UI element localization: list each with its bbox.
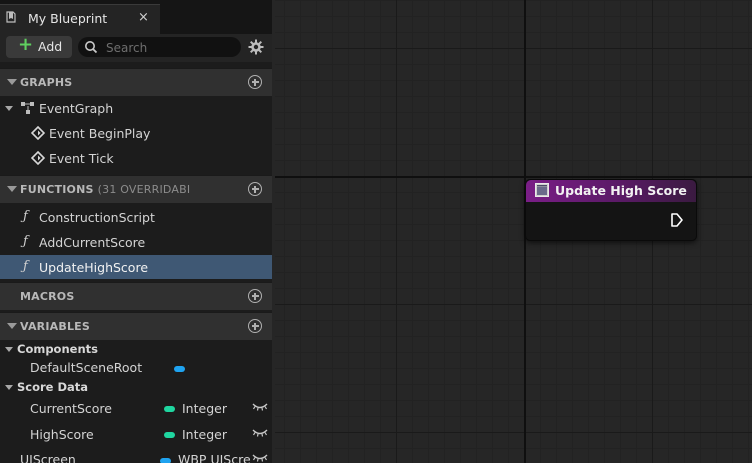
add-button-label: Add bbox=[38, 39, 63, 54]
function-icon: ƒ bbox=[23, 234, 28, 249]
function-item-constructionscript[interactable]: ƒ ConstructionScript bbox=[0, 205, 272, 229]
category-label: Components bbox=[17, 342, 98, 356]
graph-icon bbox=[21, 102, 34, 114]
section-title: MACROS bbox=[20, 290, 75, 303]
section-subtitle: (31 OVERRIDABI bbox=[97, 183, 191, 196]
plus-icon: + bbox=[18, 34, 34, 55]
collapse-arrow-icon[interactable] bbox=[5, 385, 13, 390]
section-graphs[interactable]: GRAPHS bbox=[0, 68, 272, 96]
close-icon[interactable]: × bbox=[138, 10, 149, 25]
add-variable-button[interactable] bbox=[248, 319, 262, 333]
event-diamond-icon bbox=[31, 126, 45, 140]
function-item-addcurrentscore[interactable]: ƒ AddCurrentScore bbox=[0, 230, 272, 254]
tab-my-blueprint[interactable]: My Blueprint × bbox=[0, 4, 160, 34]
function-icon: ƒ bbox=[23, 209, 28, 224]
type-pill-icon bbox=[174, 366, 185, 372]
variable-row-uiscreen[interactable]: UIScreen WBP UIScre bbox=[0, 447, 272, 463]
event-label: Event BeginPlay bbox=[49, 126, 151, 141]
function-entry-icon bbox=[535, 183, 549, 197]
variable-name: DefaultSceneRoot bbox=[30, 360, 143, 375]
tab-bar: My Blueprint × bbox=[0, 0, 272, 34]
variable-name: HighScore bbox=[30, 427, 94, 442]
tab-title: My Blueprint bbox=[28, 11, 108, 26]
eye-closed-icon[interactable] bbox=[252, 427, 268, 439]
event-diamond-icon bbox=[31, 151, 45, 165]
variable-row-currentscore[interactable]: CurrentScore Integer bbox=[0, 396, 272, 420]
event-label: Event Tick bbox=[49, 151, 114, 166]
variable-type[interactable]: Integer bbox=[182, 401, 227, 416]
variable-name: CurrentScore bbox=[30, 401, 112, 416]
type-pill-icon bbox=[164, 406, 175, 412]
graph-item-eventgraph[interactable]: EventGraph bbox=[0, 96, 272, 120]
variable-type[interactable]: WBP UIScre bbox=[178, 452, 251, 463]
blueprint-tab-icon bbox=[6, 11, 16, 23]
function-item-updatehighscore[interactable]: ƒ UpdateHighScore bbox=[0, 255, 272, 279]
section-title: FUNCTIONS (31 OVERRIDABI bbox=[20, 183, 190, 196]
category-label: Score Data bbox=[17, 380, 89, 394]
search-box[interactable] bbox=[78, 37, 241, 57]
my-blueprint-panel: My Blueprint × + Add Search GRAPHS Event… bbox=[0, 0, 272, 463]
collapse-arrow-icon[interactable] bbox=[7, 323, 17, 329]
function-label: UpdateHighScore bbox=[39, 260, 149, 275]
toolbar: + Add bbox=[0, 34, 272, 62]
section-title: GRAPHS bbox=[20, 76, 73, 89]
search-icon bbox=[85, 41, 98, 54]
variable-type[interactable]: Integer bbox=[182, 427, 227, 442]
eye-closed-icon[interactable] bbox=[252, 452, 268, 463]
collapse-arrow-icon[interactable] bbox=[5, 106, 13, 111]
node-header[interactable]: Update High Score bbox=[526, 180, 696, 202]
variable-row-highscore[interactable]: HighScore Integer bbox=[0, 422, 272, 446]
add-graph-button[interactable] bbox=[248, 75, 262, 89]
event-item-tick[interactable]: Event Tick bbox=[0, 146, 272, 170]
variable-name: UIScreen bbox=[20, 452, 76, 463]
type-pill-icon bbox=[160, 458, 171, 463]
add-button[interactable]: + Add bbox=[6, 34, 72, 58]
section-title: VARIABLES bbox=[20, 320, 90, 333]
event-item-beginplay[interactable]: Event BeginPlay bbox=[0, 121, 272, 145]
collapse-arrow-icon[interactable] bbox=[7, 186, 17, 192]
function-entry-node[interactable]: Update High Score bbox=[525, 179, 697, 241]
collapse-arrow-icon[interactable] bbox=[7, 79, 17, 85]
search-input[interactable] bbox=[104, 38, 238, 57]
add-function-button[interactable] bbox=[248, 182, 262, 196]
section-functions[interactable]: FUNCTIONS (31 OVERRIDABI bbox=[0, 175, 272, 203]
variable-row-defaultsceneroot[interactable]: DefaultSceneRoot bbox=[0, 355, 272, 379]
category-score-data[interactable]: Score Data bbox=[0, 377, 272, 397]
section-title-text: FUNCTIONS bbox=[20, 183, 94, 196]
section-macros[interactable]: MACROS bbox=[0, 282, 272, 310]
function-label: ConstructionScript bbox=[39, 210, 155, 225]
exec-pin-icon[interactable] bbox=[671, 213, 683, 227]
eye-closed-icon[interactable] bbox=[252, 401, 268, 413]
section-variables[interactable]: VARIABLES bbox=[0, 312, 272, 340]
collapse-arrow-icon[interactable] bbox=[5, 347, 13, 352]
node-title: Update High Score bbox=[555, 183, 687, 198]
add-macro-button[interactable] bbox=[248, 289, 262, 303]
function-icon: ƒ bbox=[23, 259, 28, 274]
function-label: AddCurrentScore bbox=[39, 235, 146, 250]
graph-label: EventGraph bbox=[39, 101, 114, 116]
type-pill-icon bbox=[164, 432, 175, 438]
gear-icon[interactable] bbox=[248, 39, 264, 55]
